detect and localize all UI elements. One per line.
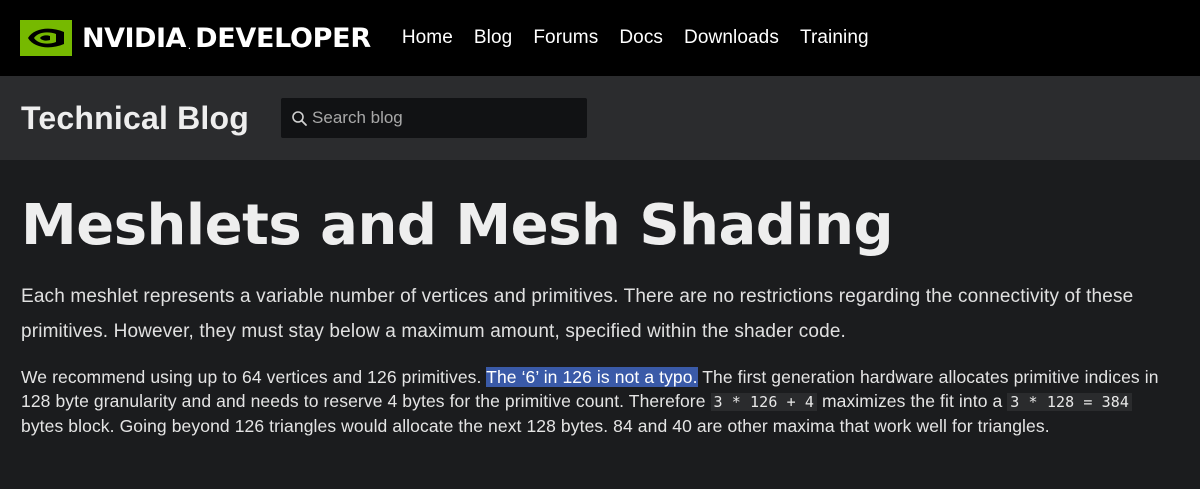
article-content: Meshlets and Mesh Shading Each meshlet r… (0, 192, 1200, 438)
article-title: Meshlets and Mesh Shading (21, 193, 894, 258)
search-box[interactable] (281, 98, 588, 138)
article-paragraph-1: Each meshlet represents a variable numbe… (21, 286, 1134, 343)
nav-forums-link[interactable]: Forums (533, 27, 598, 49)
para2-text-4: bytes block. Going beyond 126 triangles … (21, 416, 1050, 437)
nvidia-developer-logo-link[interactable]: NVIDIA . DEVELOPER (20, 0, 371, 76)
inline-code-formula-1: 3 * 126 + 4 (710, 393, 817, 412)
nav-blog-link[interactable]: Blog (474, 27, 512, 49)
blog-section-title[interactable]: Technical Blog (21, 100, 249, 137)
brand-name: NVIDIA (82, 22, 186, 54)
search-input[interactable] (312, 108, 573, 128)
brand-suffix: DEVELOPER (195, 22, 371, 54)
top-navigation: NVIDIA . DEVELOPER Home Blog Forums Docs… (0, 0, 1200, 76)
inline-code-formula-2: 3 * 128 = 384 (1007, 393, 1132, 412)
para2-text-3: maximizes the fit into a (816, 391, 1008, 412)
nav-downloads-link[interactable]: Downloads (684, 27, 779, 49)
nvidia-eye-logo-icon (20, 20, 72, 56)
nav-docs-link[interactable]: Docs (619, 27, 663, 49)
nav-training-link[interactable]: Training (800, 27, 869, 49)
blog-subheader: Technical Blog (0, 76, 1200, 160)
search-icon (292, 110, 307, 126)
article-paragraph-2: We recommend using up to 64 vertices and… (21, 365, 1179, 438)
main-nav: Home Blog Forums Docs Downloads Training (381, 27, 869, 49)
para2-text-1: We recommend using up to 64 vertices and… (21, 367, 487, 388)
selected-text-highlight[interactable]: The ‘6’ in 126 is not a typo. (486, 367, 698, 388)
nav-home-link[interactable]: Home (402, 27, 453, 49)
brand-dot: . (187, 41, 192, 52)
